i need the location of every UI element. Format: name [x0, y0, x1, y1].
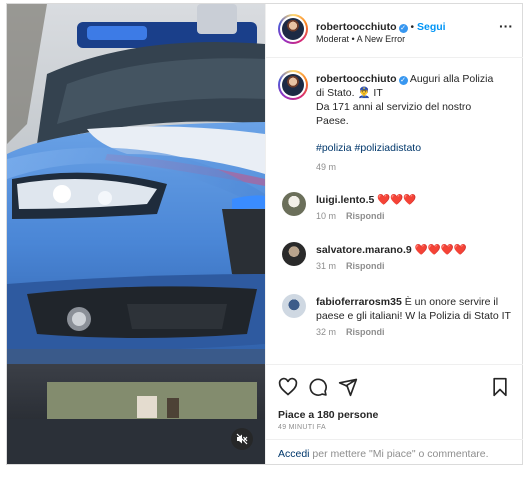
comment-item: salvatore.marano.9 ❤️❤️❤️❤️ 31 m Rispondi — [316, 243, 516, 271]
comment-time: 31 m — [316, 261, 337, 271]
caption-line-2: di Stato. 👮‍♂️ IT — [316, 87, 383, 99]
header-title-row: robertoocchiuto ✓ • Segui — [316, 17, 446, 35]
caption-hashtags[interactable]: #polizia #poliziadistato — [316, 142, 516, 154]
caption: robertoocchiuto ✓ Auguri alla Polizia di … — [316, 72, 516, 172]
post-video[interactable] — [7, 4, 265, 464]
comment-avatar[interactable] — [282, 294, 306, 318]
likes-count[interactable]: Piace a 180 persone — [278, 409, 378, 421]
author-avatar[interactable] — [278, 14, 308, 44]
heart-icon[interactable] — [278, 377, 298, 397]
instagram-post-modal: robertoocchiuto ✓ • Segui Moderat • A New E… — [6, 3, 523, 465]
post-header: robertoocchiuto ✓ • Segui Moderat • A New E… — [266, 4, 523, 58]
comment-username[interactable]: luigi.lento.5 — [316, 194, 374, 206]
police-car-image — [7, 4, 265, 464]
muted-icon — [236, 433, 248, 445]
separator-dot: • — [410, 22, 415, 33]
verified-badge-icon: ✓ — [398, 76, 408, 85]
reply-button[interactable]: Rispondi — [346, 261, 385, 271]
author-username[interactable]: robertoocchiuto — [316, 21, 397, 33]
comment-icon[interactable] — [308, 377, 328, 397]
post-actions: Piace a 180 persone 49 MINUTI FA Accedi … — [266, 364, 523, 464]
comment-time: 32 m — [316, 327, 337, 337]
caption-author-avatar[interactable] — [278, 70, 308, 100]
comment-text-line-1: È un onore servire il — [404, 296, 499, 308]
add-comment-text: per mettere "Mi piace" o commentare. — [309, 448, 489, 460]
add-comment-prompt: Accedi per mettere "Mi piace" o commenta… — [266, 439, 523, 465]
audio-track[interactable]: Moderat • A New Error — [316, 34, 405, 44]
follow-button[interactable]: Segui — [417, 21, 446, 33]
verified-badge-icon: ✓ — [398, 24, 408, 33]
comment-text: ❤️❤️❤️ — [377, 194, 417, 206]
caption-line-4: Paese. — [316, 115, 349, 127]
comment-time: 10 m — [316, 211, 337, 221]
more-horizontal-icon[interactable]: ··· — [499, 18, 513, 34]
reply-button[interactable]: Rispondi — [346, 327, 385, 337]
caption-time: 49 m — [316, 162, 337, 172]
caption-line-3: Da 171 anni al servizio del nostro — [316, 101, 472, 113]
comment-item: luigi.lento.5 ❤️❤️❤️ 10 m Rispondi — [316, 193, 516, 221]
reply-button[interactable]: Rispondi — [346, 211, 385, 221]
comment-text-line-2: paese e gli italiani! W la Polizia di St… — [316, 310, 511, 322]
share-icon[interactable] — [338, 377, 358, 397]
post-side-panel: robertoocchiuto ✓ • Segui Moderat • A New E… — [265, 4, 523, 464]
caption-line-1: Auguri alla Polizia — [409, 73, 494, 85]
comment-item: fabioferrarosm35 È un onore servire il p… — [316, 295, 521, 337]
comment-avatar[interactable] — [282, 192, 306, 216]
caption-username[interactable]: robertoocchiuto — [316, 73, 397, 85]
bookmark-icon[interactable] — [490, 377, 510, 397]
comment-avatar[interactable] — [282, 242, 306, 266]
comment-username[interactable]: fabioferrarosm35 — [316, 296, 402, 308]
comment-text: ❤️❤️❤️❤️ — [414, 244, 467, 256]
login-link[interactable]: Accedi — [278, 448, 310, 460]
post-timestamp[interactable]: 49 MINUTI FA — [278, 424, 326, 431]
mute-button[interactable] — [231, 428, 253, 450]
comment-username[interactable]: salvatore.marano.9 — [316, 244, 412, 256]
